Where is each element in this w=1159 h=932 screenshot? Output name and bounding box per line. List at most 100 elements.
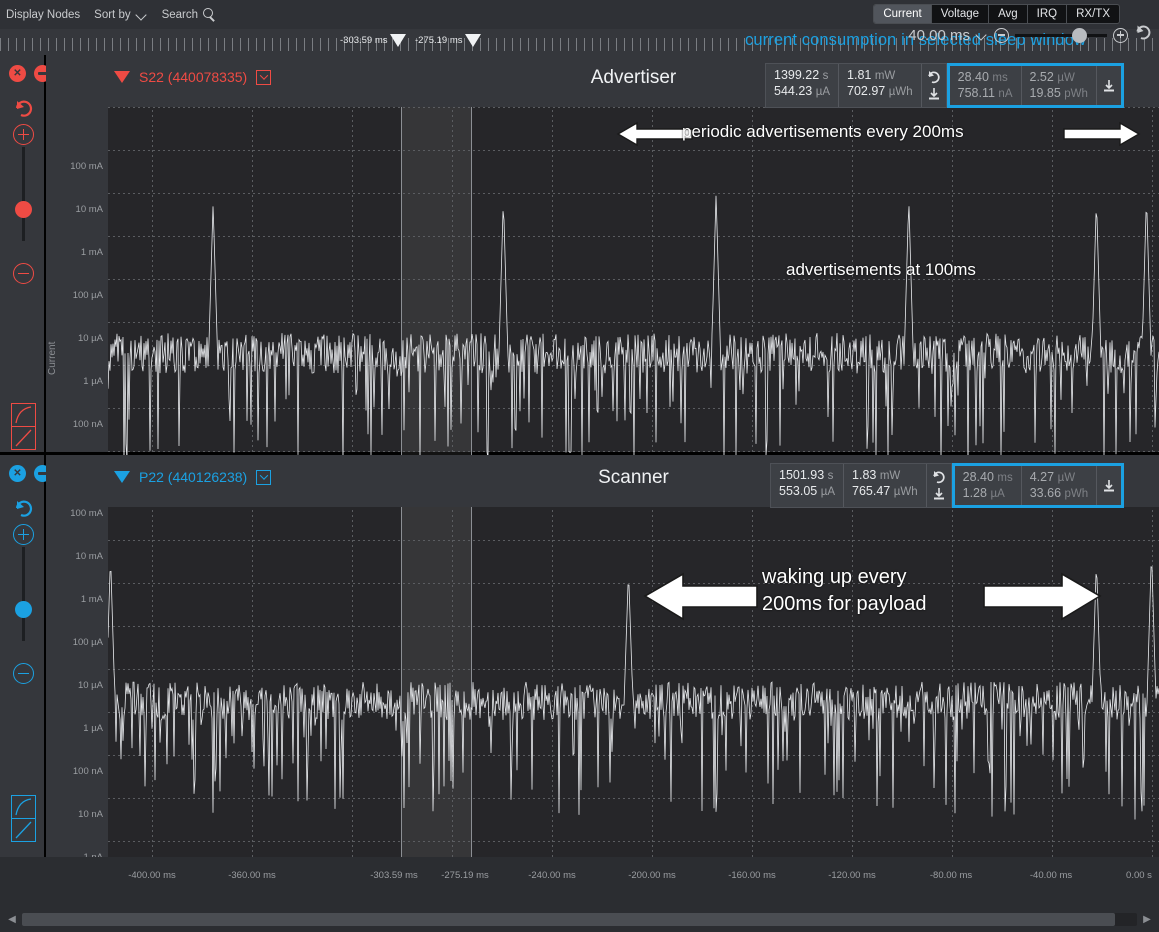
ruler-marker-end[interactable]: -275.19 ms [415, 34, 481, 47]
reset-stats-icon[interactable] [931, 470, 946, 484]
export-stats-icon[interactable] [932, 487, 946, 501]
close-icon[interactable]: ✕ [9, 65, 26, 82]
scrollbar-trough[interactable] [22, 913, 1137, 926]
zoom-in-vertical-icon[interactable] [13, 524, 34, 545]
export-selection-icon[interactable] [1102, 479, 1116, 493]
triangle-down-icon[interactable] [114, 71, 130, 83]
stats-icon-group [1097, 466, 1121, 505]
y-tick-label: 100 µA [72, 637, 103, 648]
scroll-right-icon[interactable]: ▶ [1139, 914, 1155, 925]
vertical-zoom-slider-track[interactable] [22, 547, 25, 641]
node-label: P22 (440126238) [139, 469, 248, 485]
ruler-marker-start-label: -303.59 ms [340, 35, 388, 46]
log-scale-icon[interactable] [11, 403, 36, 427]
zoom-control: 40.00 ms [908, 24, 1153, 46]
stats-scanner: 1501.93 s 553.05 µA 1.83 mW 765.47 µWh 2… [770, 463, 1125, 508]
stat-unit: s [822, 70, 829, 82]
display-nodes-button[interactable]: Display Nodes [6, 9, 80, 21]
y-tick-label: 1 mA [80, 247, 103, 258]
stat-cell: 28.40 ms 758.11 nA [950, 66, 1022, 105]
mode-tab-voltage[interactable]: Voltage [932, 5, 990, 23]
log-scale-icon[interactable] [11, 795, 36, 819]
x-tick-label: -275.19 ms [441, 870, 489, 881]
export-stats-icon[interactable] [927, 87, 941, 101]
y-tick-label: 10 mA [75, 551, 103, 562]
stat-value: 553.05 [779, 484, 818, 498]
sort-by-dropdown[interactable]: Sort by [94, 9, 147, 21]
reset-stats-icon[interactable] [926, 70, 941, 84]
mode-tab-rx-tx[interactable]: RX/TX [1067, 5, 1119, 23]
stat-unit: s [827, 470, 834, 482]
reset-zoom-icon[interactable] [13, 499, 35, 524]
mode-tab-irq[interactable]: IRQ [1028, 5, 1068, 23]
stat-unit: µW [1057, 72, 1075, 84]
y-tick-label: 100 nA [72, 419, 103, 430]
zoom-slider-knob[interactable] [1072, 27, 1087, 43]
stat-value: 33.66 [1029, 486, 1062, 500]
panel-rail-advertiser: ✕ [0, 55, 51, 455]
plot-scanner[interactable]: P22 (440126238) Scanner 1501.93 s 553.05… [108, 455, 1159, 857]
node-label: S22 (440078335) [139, 69, 248, 85]
reset-zoom-icon[interactable] [1134, 24, 1153, 46]
close-icon[interactable]: ✕ [9, 465, 26, 482]
scroll-left-icon[interactable]: ◀ [4, 914, 20, 925]
stats-icon-group [1097, 66, 1121, 105]
vertical-zoom-slider-knob[interactable] [15, 601, 32, 618]
triangle-down-icon[interactable] [114, 471, 130, 483]
stats-selection-scanner: 28.40 ms 1.28 µA 4.27 µW 33.66 pWh [951, 463, 1125, 508]
linear-scale-icon[interactable] [11, 818, 36, 842]
search-button[interactable]: Search [162, 8, 216, 21]
scrollbar-thumb[interactable] [22, 913, 1115, 926]
y-axis-title: Current [47, 341, 58, 375]
export-selection-icon[interactable] [1102, 79, 1116, 93]
y-tick-label: 100 µA [72, 290, 103, 301]
search-label: Search [161, 8, 199, 21]
mode-segmented-control[interactable]: Current Voltage Avg IRQ RX/TX [873, 4, 1120, 24]
ruler-marker-start[interactable]: -303.59 ms [340, 34, 406, 47]
mode-tab-current[interactable]: Current [874, 5, 932, 23]
plot-advertiser[interactable]: S22 (440078335) Advertiser 1399.22 s 544… [108, 55, 1159, 455]
zoom-value-label: 40.00 ms [908, 26, 970, 44]
zoom-slider-track[interactable] [1015, 27, 1107, 43]
triangle-down-icon [464, 34, 481, 47]
stat-value: 544.23 [774, 84, 813, 98]
signal-trace [108, 195, 1159, 455]
linear-scale-icon[interactable] [11, 426, 36, 450]
vertical-zoom-slider-track[interactable] [22, 147, 25, 241]
x-tick-label: 0.00 s [1126, 870, 1152, 881]
zoom-out-vertical-icon[interactable] [13, 663, 34, 684]
node-options-icon[interactable] [256, 69, 272, 85]
panel-advertiser: ✕ Current 100 mA 10 mA 1 mA 100 µA 10 µA… [0, 55, 1159, 473]
zoom-in-vertical-icon[interactable] [13, 124, 34, 145]
vertical-zoom-slider-knob[interactable] [15, 201, 32, 218]
node-header-advertiser[interactable]: S22 (440078335) [114, 69, 272, 85]
x-tick-label: -120.00 ms [828, 870, 876, 881]
zoom-out-vertical-icon[interactable] [13, 263, 34, 284]
stats-advertiser: 1399.22 s 544.23 µA 1.81 mW 702.97 µWh 2… [765, 63, 1124, 108]
y-tick-label: 100 mA [70, 161, 103, 172]
zoom-in-icon[interactable] [1113, 27, 1128, 43]
stats-overall-scanner: 1501.93 s 553.05 µA 1.83 mW 765.47 µWh [770, 463, 952, 508]
stat-unit: nA [998, 88, 1013, 100]
stat-cell: 4.27 µW 33.66 pWh [1022, 466, 1098, 505]
stat-value: 4.27 [1029, 470, 1055, 484]
mode-tab-avg[interactable]: Avg [989, 5, 1028, 23]
y-tick-label: 1 mA [80, 594, 103, 605]
horizontal-scrollbar[interactable]: ◀ ▶ [0, 907, 1159, 932]
y-tick-label: 1 µA [83, 376, 103, 387]
y-axis-scanner: Current 100 mA 10 mA 1 mA 100 µA 10 µA 1… [46, 455, 108, 863]
x-tick-label: -160.00 ms [728, 870, 776, 881]
stat-unit: pWh [1064, 488, 1089, 500]
stat-unit: µA [820, 486, 836, 498]
node-options-icon[interactable] [256, 469, 272, 485]
reset-zoom-icon[interactable] [13, 99, 35, 124]
node-header-scanner[interactable]: P22 (440126238) [114, 469, 272, 485]
stat-cell: 2.52 µW 19.85 pWh [1022, 66, 1097, 105]
panel-scanner: ✕ Current 100 mA 10 mA [0, 455, 1159, 863]
stat-unit: µW [1057, 472, 1076, 484]
stats-overall-advertiser: 1399.22 s 544.23 µA 1.81 mW 702.97 µWh [765, 63, 947, 108]
chevron-down-icon[interactable] [976, 31, 988, 39]
zoom-out-icon[interactable] [994, 27, 1009, 43]
x-tick-label: -303.59 ms [370, 870, 418, 881]
search-icon [203, 8, 216, 21]
